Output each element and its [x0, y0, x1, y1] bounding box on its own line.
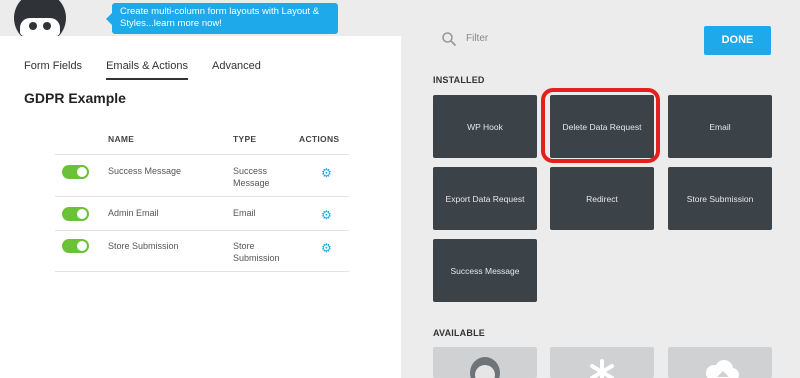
action-type: Email: [233, 207, 293, 219]
action-type: Store Submission: [233, 240, 293, 264]
action-card-success-message[interactable]: Success Message: [433, 239, 537, 302]
builder-tabs: Form Fields Emails & Actions Advanced: [24, 60, 261, 80]
column-header-actions: ACTIONS: [299, 134, 340, 144]
promo-tooltip[interactable]: Create multi-column form layouts with La…: [106, 3, 338, 34]
installed-section-label: INSTALLED: [433, 75, 485, 85]
asterisk-icon: [590, 359, 614, 378]
table-row: Store Submission Store Submission ⚙: [55, 230, 349, 272]
table-row: Success Message Success Message ⚙: [55, 154, 349, 196]
mailchimp-icon: [470, 357, 500, 378]
table-row: Admin Email Email ⚙: [55, 196, 349, 230]
search-icon: [442, 32, 457, 47]
action-type-line: Email: [233, 208, 256, 218]
available-section-label: AVAILABLE: [433, 328, 485, 338]
available-action-card[interactable]: [433, 347, 537, 378]
form-title: GDPR Example: [24, 90, 126, 106]
tab-advanced[interactable]: Advanced: [212, 60, 261, 80]
column-header-name: NAME: [108, 134, 135, 144]
filter-input[interactable]: Filter: [466, 33, 488, 44]
highlight-outline: [541, 88, 660, 163]
available-action-card[interactable]: [668, 347, 772, 378]
action-toggle[interactable]: [62, 239, 89, 253]
ninja-forms-logo[interactable]: [10, 0, 70, 36]
action-name: Store Submission: [108, 241, 179, 251]
gear-icon[interactable]: ⚙: [321, 209, 332, 221]
gear-icon[interactable]: ⚙: [321, 242, 332, 254]
action-name: Admin Email: [108, 208, 159, 218]
action-type-line: Store: [233, 241, 255, 251]
done-button[interactable]: DONE: [704, 26, 771, 55]
action-type: Success Message: [233, 165, 293, 189]
cloud-home-icon: [706, 360, 739, 378]
action-type-line: Message: [233, 178, 270, 188]
available-action-card[interactable]: [550, 347, 654, 378]
gear-icon[interactable]: ⚙: [321, 167, 332, 179]
tab-form-fields[interactable]: Form Fields: [24, 60, 82, 80]
action-toggle[interactable]: [62, 207, 89, 221]
action-card-email[interactable]: Email: [668, 95, 772, 158]
action-type-line: Success: [233, 166, 268, 176]
action-card-export-data-request[interactable]: Export Data Request: [433, 167, 537, 230]
action-card-wp-hook[interactable]: WP Hook: [433, 95, 537, 158]
action-toggle[interactable]: [62, 165, 89, 179]
action-name: Success Message: [108, 166, 182, 176]
column-header-type: TYPE: [233, 134, 257, 144]
action-type-line: Submission: [233, 253, 280, 263]
action-card-store-submission[interactable]: Store Submission: [668, 167, 772, 230]
tab-emails-actions[interactable]: Emails & Actions: [106, 60, 188, 80]
action-card-redirect[interactable]: Redirect: [550, 167, 654, 230]
